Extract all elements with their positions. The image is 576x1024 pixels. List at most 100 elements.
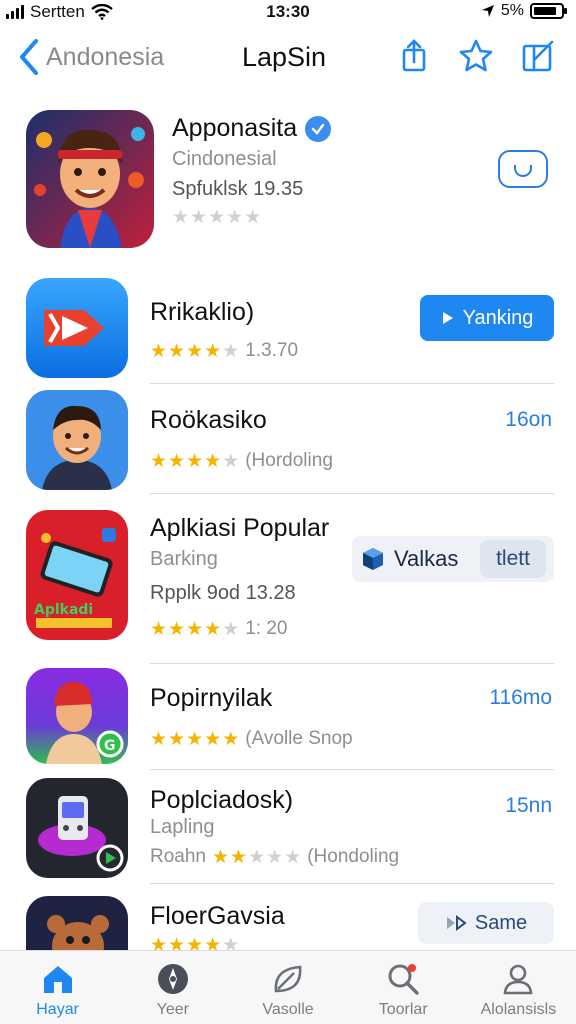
battery-icon <box>530 3 567 19</box>
tab-label: Hayar <box>36 1001 79 1018</box>
app-size: 16on <box>505 408 552 431</box>
app-icon <box>26 278 128 378</box>
star-icon: ★ <box>150 728 168 750</box>
rating-stars: ★ ★ ★ ★ ★ <box>150 730 239 749</box>
app-name: FloerGavsia <box>150 902 285 930</box>
tab-games[interactable]: Vasolle <box>230 951 345 1024</box>
star-icon: ★ <box>150 935 168 950</box>
star-icon: ★ <box>204 728 222 750</box>
app-icon: G <box>26 668 128 764</box>
primary-action[interactable]: Valkas <box>352 546 480 572</box>
nav-actions <box>396 38 556 74</box>
tab-explore[interactable]: Yeer <box>115 951 230 1024</box>
battery-percent: 5% <box>500 2 524 19</box>
list-item[interactable]: Poplciadosk) Lapling Roahn ★ ★ ★ ★ ★ (Hondol… <box>0 778 576 884</box>
tab-bar: Hayar Yeer Vasolle Toorlar Alolansisls <box>0 950 576 1024</box>
secondary-action[interactable]: tlett <box>480 540 546 578</box>
app-rating: ★ ★ ★ ★ ★ <box>150 936 239 950</box>
primary-action-label: Valkas <box>394 546 459 571</box>
download-icon <box>514 165 532 177</box>
download-cloud-button[interactable] <box>498 150 548 188</box>
featured-app-name-row: Apponasita <box>172 114 332 143</box>
featured-app-meta: Spfuklsk 19.35 <box>172 178 304 200</box>
star-icon: ★ <box>190 207 208 228</box>
app-icon <box>26 896 128 950</box>
divider <box>150 493 554 494</box>
rating-stars: ★ ★ ★ ★ ★ <box>150 620 239 639</box>
get-button[interactable]: Yanking <box>420 295 554 341</box>
person-icon <box>503 964 533 995</box>
get-button-label: Same <box>474 911 528 934</box>
split-action-button[interactable]: Valkas tlett <box>352 536 554 582</box>
play-icon <box>442 312 453 324</box>
star-icon: ★ <box>284 846 302 868</box>
list-item[interactable]: Rrikaklio) ★ ★ ★ ★ ★ 1.3.70 Yanking <box>0 278 576 384</box>
rating-stars: ★ ★ ★ ★ ★ <box>150 452 239 471</box>
star-icon: ★ <box>168 618 186 640</box>
status-right: 5% <box>481 2 567 20</box>
list-item[interactable]: Aplkadi Aplkiasi Popular Barking Rpplk 9… <box>0 508 576 664</box>
tab-label: Toorlar <box>378 1001 428 1018</box>
star-icon: ★ <box>266 846 284 868</box>
star-icon: ★ <box>204 340 222 362</box>
rating-prefix: Roahn <box>150 846 206 867</box>
star-icon: ★ <box>244 207 262 228</box>
get-button-label: Yanking <box>462 306 534 329</box>
star-icon: ★ <box>230 846 248 868</box>
compass-icon <box>157 964 188 994</box>
divider <box>150 663 554 664</box>
rating-text: (Hordoling <box>245 450 333 471</box>
tab-home[interactable]: Hayar <box>0 951 115 1024</box>
star-icon: ★ <box>186 340 204 362</box>
star-icon: ★ <box>204 450 222 472</box>
app-rating: ★ ★ ★ ★ ★ (Hordoling <box>150 450 333 472</box>
star-icon: ★ <box>222 935 240 950</box>
share-icon[interactable] <box>396 38 432 74</box>
star-icon: ★ <box>168 728 186 750</box>
page-title: LapSin <box>242 42 327 72</box>
get-button[interactable]: Same <box>418 902 554 944</box>
edit-icon[interactable] <box>520 38 556 74</box>
star-icon: ★ <box>186 935 204 950</box>
tab-label: Yeer <box>156 1001 189 1018</box>
app-subtitle: Barking <box>150 548 218 570</box>
leaf-icon <box>274 965 302 993</box>
featured-app[interactable]: Apponasita Cindonesial Spfuklsk 19.35 ★ ★… <box>0 104 576 254</box>
star-icon: ★ <box>208 207 226 228</box>
divider <box>150 383 554 384</box>
svg-text:G: G <box>104 738 116 754</box>
app-rating: ★ ★ ★ ★ ★ 1: 20 <box>150 618 288 640</box>
star-icon: ★ <box>222 618 240 640</box>
list-item[interactable]: FloerGavsia ★ ★ ★ ★ ★ Same <box>0 896 576 950</box>
star-icon: ★ <box>204 618 222 640</box>
star-icon: ★ <box>168 340 186 362</box>
app-name: Rrikaklio) <box>150 298 255 326</box>
star-icon: ★ <box>172 207 190 228</box>
tab-label: Vasolle <box>262 1001 314 1018</box>
featured-app-name: Apponasita <box>172 114 298 142</box>
star-icon: ★ <box>248 846 266 868</box>
rating-stars: ★ ★ ★ ★ ★ <box>150 342 239 361</box>
home-icon <box>43 966 72 993</box>
star-icon[interactable] <box>458 38 494 74</box>
navigation-bar: Andonesia LapSin <box>0 30 576 86</box>
tab-search[interactable]: Toorlar <box>346 951 461 1024</box>
app-name: Aplkiasi Popular <box>150 514 330 542</box>
app-name: Poplciadosk) <box>150 786 294 814</box>
app-name: Popirnyilak <box>150 684 273 712</box>
featured-app-subtitle: Cindonesial <box>172 148 277 170</box>
cube-icon <box>363 548 383 570</box>
status-bar: Sertten 13:30 5% <box>0 0 576 26</box>
rating-text: 1.3.70 <box>245 340 299 361</box>
back-button[interactable]: Andonesia <box>18 38 164 76</box>
list-item[interactable]: Roökasiko ★ ★ ★ ★ ★ (Hordoling 16on <box>0 390 576 494</box>
tab-profile[interactable]: Alolansisls <box>461 951 576 1024</box>
featured-app-rating: ★ ★ ★ ★ ★ <box>172 208 261 228</box>
app-icon <box>26 778 128 878</box>
app-rating: ★ ★ ★ ★ ★ (Avolle Snop <box>150 728 353 750</box>
app-meta: Rpplk 9od 13.28 <box>150 582 296 604</box>
app-name: Roökasiko <box>150 406 267 434</box>
list-item[interactable]: G Popirnyilak ★ ★ ★ ★ ★ (Avolle Snop 116mo <box>0 668 576 770</box>
search-icon <box>388 964 419 995</box>
star-icon: ★ <box>150 450 168 472</box>
